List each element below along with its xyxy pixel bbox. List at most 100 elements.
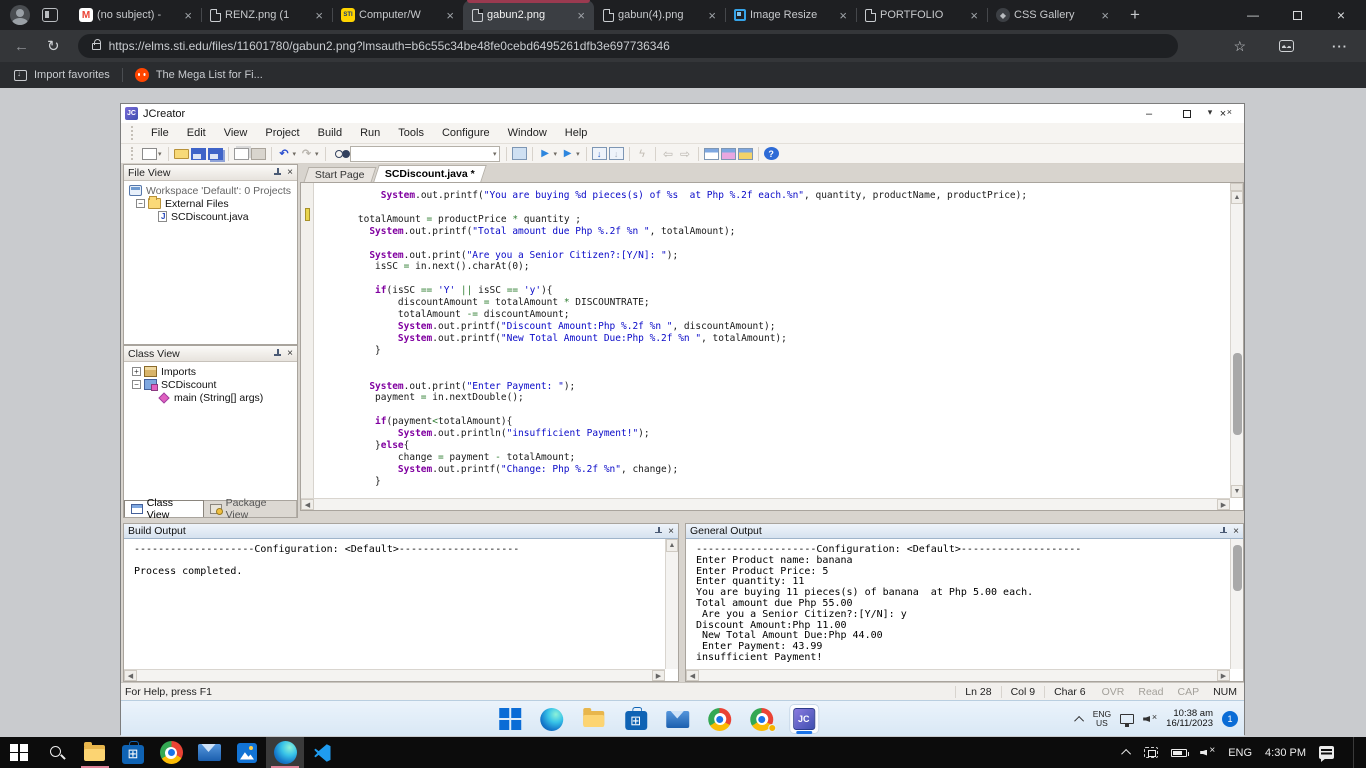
save-all-icon[interactable] — [208, 148, 223, 160]
browser-tab[interactable]: RENZ.png (1× — [201, 0, 332, 30]
dropdown-caret-icon[interactable]: ▾ — [158, 150, 162, 158]
general-output-horizontal-scrollbar[interactable]: ◀ ▶ — [686, 669, 1230, 681]
microsoft-store-icon[interactable]: ⊞ — [622, 705, 650, 733]
action-center-icon[interactable] — [1319, 746, 1334, 759]
scroll-thumb[interactable] — [1233, 353, 1242, 435]
tab-close-icon[interactable]: × — [836, 8, 850, 23]
close-icon[interactable]: × — [287, 167, 293, 178]
browser-tab[interactable]: gabun(4).png× — [594, 0, 725, 30]
tab-close-icon[interactable]: × — [574, 8, 588, 23]
debug-run-icon[interactable]: ▶ — [560, 146, 575, 161]
search-icon[interactable] — [38, 737, 76, 768]
menu-window[interactable]: Window — [499, 127, 556, 139]
jcreator-maximize-button[interactable] — [1172, 104, 1202, 123]
build-output-vertical-scrollbar[interactable]: ▲ — [665, 539, 678, 669]
tray-chevron-icon[interactable] — [1074, 715, 1084, 725]
scroll-thumb[interactable] — [1233, 545, 1242, 591]
tab-package-view[interactable]: Package View — [204, 501, 297, 517]
close-icon[interactable]: × — [287, 348, 293, 359]
dropdown-caret-icon[interactable]: ▾ — [315, 150, 319, 158]
browser-tab[interactable]: Image Resize× — [725, 0, 856, 30]
dropdown-caret-icon[interactable]: ▾ — [554, 150, 558, 158]
menu-tools[interactable]: Tools — [389, 127, 433, 139]
copy-icon[interactable] — [234, 148, 249, 160]
paste-icon[interactable] — [251, 148, 266, 160]
scroll-up-icon[interactable]: ▲ — [1231, 191, 1243, 204]
save-icon[interactable] — [191, 148, 206, 160]
forward-icon[interactable]: ⇨ — [678, 146, 693, 161]
close-icon[interactable]: × — [1233, 526, 1239, 537]
build-output-horizontal-scrollbar[interactable]: ◀ ▶ — [124, 669, 665, 681]
tab-close-icon[interactable]: × — [181, 8, 195, 23]
scroll-left-icon[interactable]: ◀ — [124, 670, 137, 681]
jcreator-icon[interactable]: JC — [790, 705, 818, 733]
bookmark-item[interactable]: The Mega List for Fi... — [156, 69, 263, 81]
browser-tab[interactable]: gabun2.png× — [463, 0, 594, 30]
menu-view[interactable]: View — [215, 127, 257, 139]
pin-icon[interactable] — [273, 349, 282, 358]
collapse-icon[interactable]: − — [132, 380, 141, 389]
tab-search-icon[interactable] — [42, 8, 58, 22]
expand-icon[interactable]: + — [132, 367, 141, 376]
menu-configure[interactable]: Configure — [433, 127, 499, 139]
tab-start-page[interactable]: Start Page — [304, 167, 376, 182]
url-field[interactable]: https://elms.sti.edu/files/11601780/gabu… — [78, 34, 1178, 58]
volume-muted-icon[interactable] — [1143, 713, 1157, 725]
tab-close-icon[interactable]: × — [705, 8, 719, 23]
tab-close-icon[interactable]: × — [1098, 8, 1112, 23]
profile-avatar[interactable] — [10, 5, 30, 25]
tree-item-scdiscount-java[interactable]: SCDiscount.java — [126, 210, 295, 223]
volume-muted-icon[interactable] — [1200, 747, 1215, 759]
code-view[interactable]: System.out.printf("You are buying %d pie… — [315, 183, 1229, 510]
scroll-left-icon[interactable]: ◀ — [301, 499, 314, 510]
window-close-button[interactable]: × — [1320, 0, 1362, 30]
photos-icon[interactable] — [228, 737, 266, 768]
tree-item-imports[interactable]: + Imports — [126, 365, 295, 378]
browser-tab[interactable]: PORTFOLIO× — [856, 0, 987, 30]
favorite-star-icon[interactable]: ☆ — [1233, 38, 1246, 55]
mail-icon[interactable] — [190, 737, 228, 768]
tablet-mode-icon[interactable] — [1144, 747, 1158, 758]
battery-icon[interactable] — [1171, 749, 1187, 757]
scroll-left-icon[interactable]: ◀ — [686, 670, 699, 681]
view-window-1-icon[interactable] — [704, 148, 719, 160]
search-combo-box[interactable]: ▾ — [350, 146, 500, 162]
new-tab-button[interactable]: + — [1130, 5, 1140, 25]
run-icon[interactable]: ▶ — [538, 146, 553, 161]
scroll-down-icon[interactable]: ▼ — [1231, 485, 1243, 498]
close-icon[interactable]: × — [668, 526, 674, 537]
find-in-files-icon[interactable] — [512, 147, 527, 160]
new-file-icon[interactable] — [142, 148, 157, 160]
dropdown-caret-icon[interactable]: ▾ — [576, 150, 580, 158]
editor-tab-overflow[interactable]: ▾ × — [1208, 107, 1238, 118]
scroll-right-icon[interactable]: ▶ — [652, 670, 665, 681]
chrome-icon[interactable] — [152, 737, 190, 768]
dropdown-caret-icon[interactable]: ▾ — [293, 150, 297, 158]
find-icon[interactable] — [331, 146, 347, 161]
edge-icon[interactable] — [538, 705, 566, 733]
lightning-icon[interactable]: ϟ — [635, 146, 650, 161]
microsoft-store-icon[interactable]: ⊞ — [114, 737, 152, 768]
refresh-icon[interactable]: ↻ — [47, 37, 60, 55]
back-icon[interactable]: ⇦ — [661, 146, 676, 161]
collapse-icon[interactable]: − — [136, 199, 145, 208]
menu-file[interactable]: File — [142, 127, 178, 139]
window-minimize-button[interactable]: — — [1232, 0, 1274, 30]
language-indicator[interactable]: ENGUS — [1093, 710, 1111, 728]
url-text[interactable]: https://elms.sti.edu/files/11601780/gabu… — [109, 39, 670, 53]
tab-class-view[interactable]: Class View — [124, 500, 204, 517]
menu-project[interactable]: Project — [256, 127, 308, 139]
browser-tab[interactable]: M(no subject) -× — [70, 0, 201, 30]
view-window-2-icon[interactable] — [721, 148, 736, 160]
pin-icon[interactable] — [273, 168, 282, 177]
edge-icon[interactable] — [266, 737, 304, 768]
browser-essentials-icon[interactable] — [1279, 40, 1294, 52]
notification-badge[interactable]: 1 — [1222, 711, 1238, 727]
start-icon[interactable] — [496, 705, 524, 733]
vscode-icon[interactable] — [304, 737, 342, 768]
help-icon[interactable]: ? — [764, 147, 779, 160]
pin-icon[interactable] — [1219, 527, 1228, 536]
general-output-vertical-scrollbar[interactable] — [1230, 539, 1243, 669]
window-maximize-button[interactable] — [1276, 0, 1318, 30]
clock[interactable]: 4:30 PM — [1265, 747, 1306, 759]
